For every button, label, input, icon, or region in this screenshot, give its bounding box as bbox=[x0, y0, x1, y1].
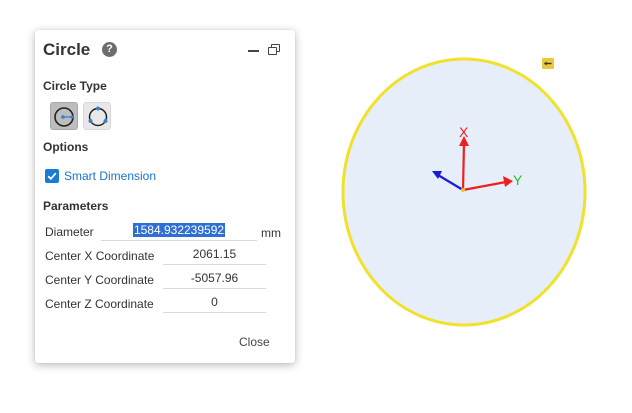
circle-preview[interactable] bbox=[341, 57, 587, 327]
options-heading: Options bbox=[43, 140, 89, 154]
parameters-heading: Parameters bbox=[43, 199, 109, 213]
y-axis-label: Y bbox=[513, 172, 523, 188]
viewport-canvas[interactable]: X Y bbox=[300, 0, 632, 413]
center-z-label: Center Z Coordinate bbox=[45, 297, 154, 311]
circle-type-heading: Circle Type bbox=[43, 79, 107, 93]
center-x-label: Center X Coordinate bbox=[45, 249, 155, 263]
diameter-unit: mm bbox=[261, 226, 281, 240]
dialog-header: Circle ? bbox=[43, 40, 285, 62]
three-point-circle-button[interactable] bbox=[83, 102, 111, 130]
close-button[interactable]: Close bbox=[239, 335, 270, 349]
restore-window-icon[interactable] bbox=[267, 40, 283, 60]
help-icon[interactable]: ? bbox=[102, 42, 117, 57]
center-radius-circle-button[interactable] bbox=[50, 102, 78, 130]
center-circle-icon bbox=[54, 107, 74, 127]
three-point-circle-icon bbox=[88, 106, 108, 127]
minimize-icon[interactable] bbox=[246, 40, 262, 60]
smart-dimension-checkbox[interactable] bbox=[45, 169, 59, 183]
circle-dialog: Circle ? Circle Type Options Smart Dimen… bbox=[35, 30, 295, 363]
center-z-field[interactable]: 0 bbox=[163, 293, 266, 313]
center-x-field[interactable]: 2061.15 bbox=[163, 245, 266, 265]
x-axis-line bbox=[461, 142, 466, 191]
dimension-handle-icon[interactable] bbox=[542, 58, 554, 69]
diameter-label: Diameter bbox=[45, 225, 94, 239]
center-y-label: Center Y Coordinate bbox=[45, 273, 154, 287]
diameter-field[interactable]: 1584.932239592 bbox=[101, 221, 257, 241]
center-y-field[interactable]: -5057.96 bbox=[163, 269, 266, 289]
dialog-title: Circle bbox=[43, 40, 91, 59]
smart-dimension-label[interactable]: Smart Dimension bbox=[64, 169, 156, 184]
diameter-value: 1584.932239592 bbox=[132, 223, 226, 237]
checkmark-icon bbox=[47, 172, 57, 181]
origin-point bbox=[461, 188, 465, 192]
x-axis-label: X bbox=[459, 124, 469, 140]
